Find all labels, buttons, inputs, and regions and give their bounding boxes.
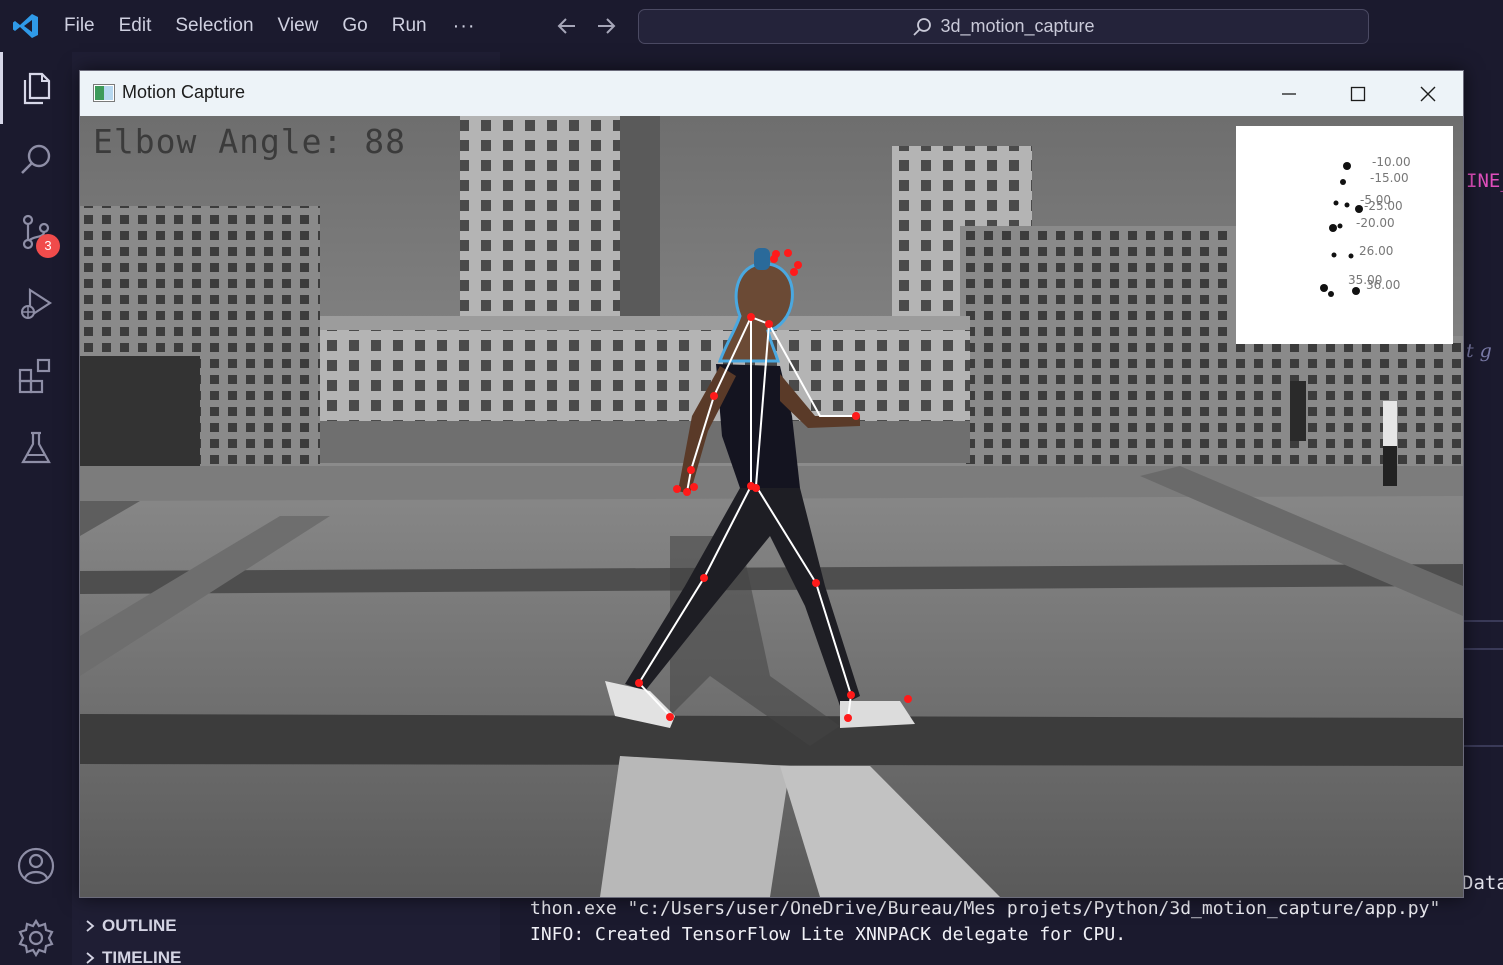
account-icon[interactable] — [16, 846, 56, 886]
motion-capture-title: Motion Capture — [122, 82, 246, 102]
window-app-icon — [93, 84, 115, 102]
plot-label: 36.00 — [1366, 278, 1400, 292]
maximize-icon — [1350, 86, 1366, 101]
command-center-search[interactable]: 3d_motion_capture — [638, 9, 1369, 44]
menu-run[interactable]: Run — [380, 9, 439, 43]
minimize-icon — [1282, 92, 1296, 95]
settings-gear-icon[interactable] — [16, 918, 56, 958]
close-button[interactable] — [1393, 71, 1463, 116]
vscode-logo-icon — [13, 14, 38, 38]
search-icon[interactable] — [16, 140, 56, 180]
chevron-right-icon — [86, 952, 95, 964]
terminal-output-line: INFO: Created TensorFlow Lite XNNPACK de… — [530, 924, 1127, 945]
menu-edit[interactable]: Edit — [107, 9, 164, 43]
3d-pose-plot-canvas: -10.00 -15.00 -5.00 -20.00 -25.00 26.00 … — [1320, 155, 1411, 297]
back-arrow-icon[interactable] — [555, 14, 579, 38]
close-icon — [1420, 86, 1436, 101]
editor-divider — [1463, 648, 1503, 650]
menu-file[interactable]: File — [52, 9, 107, 43]
menu-bar: File Edit Selection View Go Run ··· — [52, 0, 490, 52]
menu-go[interactable]: Go — [330, 9, 379, 43]
motion-capture-window: Motion Capture Elbow Angle: 88 -10.00 -1… — [79, 70, 1464, 898]
testing-icon[interactable] — [16, 428, 56, 468]
plot-label: -25.00 — [1364, 199, 1403, 213]
minimize-button[interactable] — [1254, 71, 1324, 116]
motion-capture-titlebar[interactable]: Motion Capture — [80, 71, 1463, 116]
plot-label: -15.00 — [1370, 171, 1409, 185]
plot-label: 26.00 — [1359, 244, 1393, 258]
run-debug-icon[interactable] — [16, 284, 56, 324]
title-bar: File Edit Selection View Go Run ··· 3d_m… — [0, 0, 1503, 52]
timeline-section-header[interactable]: TIMELINE — [84, 948, 181, 965]
explorer-icon[interactable] — [16, 68, 56, 108]
menu-view[interactable]: View — [266, 9, 331, 43]
search-icon — [913, 17, 932, 36]
editor-peek-italic: t g — [1466, 340, 1492, 362]
scm-badge: 3 — [36, 234, 60, 258]
editor-divider — [1463, 620, 1503, 622]
terminal-command-line: thon.exe "c:/Users/user/OneDrive/Bureau/… — [530, 898, 1441, 919]
plot-label: -20.00 — [1356, 216, 1395, 230]
plot-label: -10.00 — [1372, 155, 1411, 169]
3d-pose-plot: -10.00 -15.00 -5.00 -20.00 -25.00 26.00 … — [1236, 126, 1453, 344]
chevron-right-icon — [86, 920, 95, 932]
editor-divider — [1463, 745, 1503, 747]
command-center-text: 3d_motion_capture — [940, 16, 1095, 36]
outline-label: OUTLINE — [102, 916, 177, 935]
forward-arrow-icon[interactable] — [594, 14, 618, 38]
terminal-peek-text: Data/ — [1462, 872, 1503, 894]
elbow-angle-overlay: Elbow Angle: 88 — [93, 122, 407, 161]
activity-bar: 3 — [0, 52, 72, 965]
menu-selection[interactable]: Selection — [163, 9, 265, 43]
editor-peek-text: INE_ — [1466, 170, 1503, 192]
outline-section-header[interactable]: OUTLINE — [84, 916, 177, 936]
timeline-label: TIMELINE — [102, 948, 182, 965]
video-frame: Elbow Angle: 88 -10.00 -15.00 -5.00 -20.… — [80, 116, 1463, 897]
active-indicator — [0, 52, 3, 124]
extensions-icon[interactable] — [16, 356, 56, 396]
menu-more-button[interactable]: ··· — [439, 15, 490, 38]
maximize-button[interactable] — [1323, 71, 1393, 116]
